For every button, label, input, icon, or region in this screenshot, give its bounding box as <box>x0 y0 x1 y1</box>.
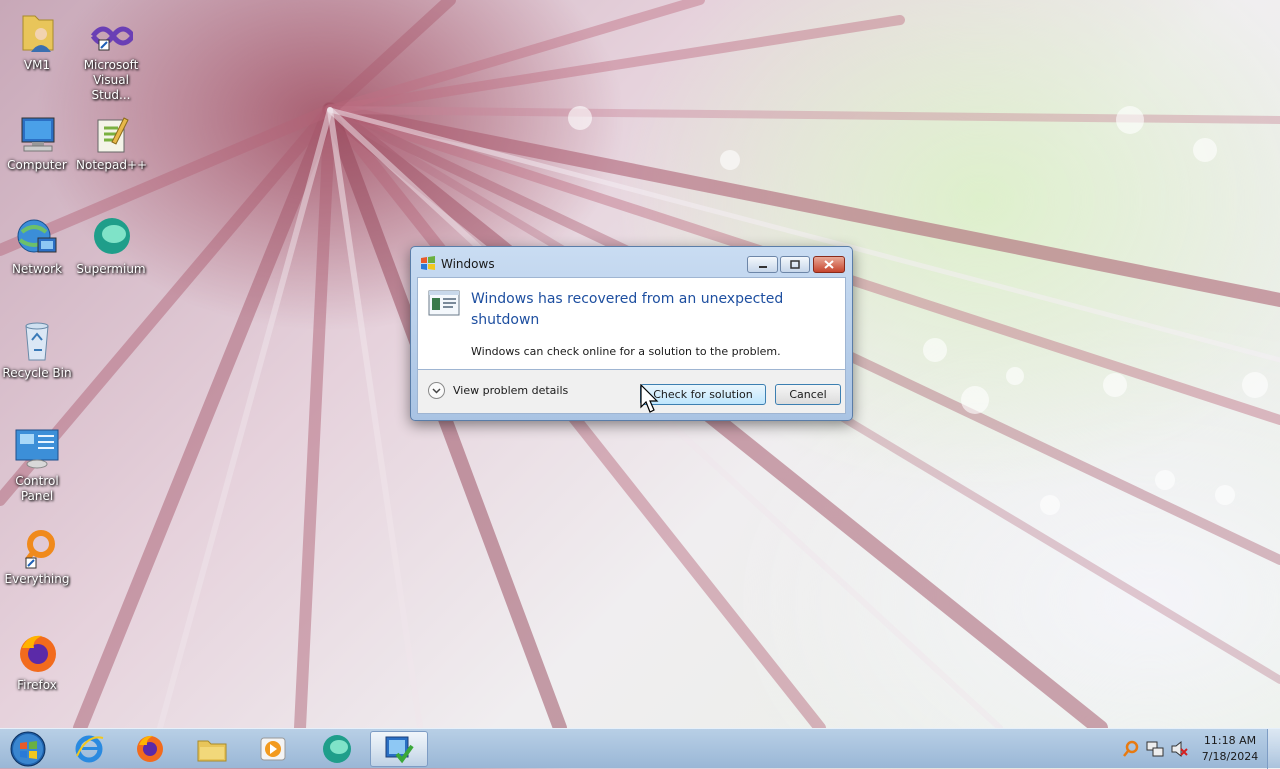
mouse-cursor-icon <box>640 384 659 413</box>
minimize-button[interactable] <box>747 256 778 273</box>
dialog-message: Windows can check online for a solution … <box>471 345 781 358</box>
desktop-icon-label: Everything <box>4 572 70 586</box>
everything-search-icon <box>25 530 55 569</box>
network-status-icon[interactable] <box>1146 740 1164 758</box>
desktop-icon-supermium[interactable]: Supermium <box>76 216 146 277</box>
system-clock[interactable]: 11:18 AM 7/18/2024 <box>1194 733 1266 765</box>
taskbar-error-reporting[interactable] <box>370 731 428 767</box>
view-problem-details-label: View problem details <box>453 384 569 397</box>
volume-muted-icon[interactable] <box>1170 740 1188 758</box>
show-desktop-button[interactable] <box>1267 729 1280 769</box>
dialog-title: Windows <box>441 257 495 271</box>
visual-studio-icon <box>90 26 133 51</box>
clock-date: 7/18/2024 <box>1201 750 1259 763</box>
taskbar-firefox[interactable] <box>122 731 178 767</box>
desktop-icon-label: Microsoft Visual Stud... <box>83 58 139 102</box>
desktop-icon-label: Control Panel <box>15 474 59 503</box>
taskbar-internet-explorer[interactable] <box>61 731 117 767</box>
maximize-icon <box>790 260 800 269</box>
start-button[interactable] <box>0 731 56 767</box>
start-orb-icon <box>10 731 46 767</box>
desktop-icon-label: VM1 <box>23 58 51 72</box>
desktop-icon-everything[interactable]: Everything <box>2 528 72 587</box>
file-explorer-icon <box>197 740 227 762</box>
computer-icon <box>21 117 55 152</box>
chevron-down-icon <box>428 382 445 399</box>
desktop-icon-label: Supermium <box>76 262 146 276</box>
view-problem-details-toggle[interactable]: View problem details <box>428 382 568 399</box>
maximize-button[interactable] <box>780 256 810 273</box>
dialog-content: Windows has recovered from an unexpected… <box>417 277 846 370</box>
notepad-plus-plus-icon <box>97 117 129 153</box>
desktop-icon-computer[interactable]: Computer <box>2 114 72 173</box>
supermium-icon <box>94 218 130 254</box>
desktop-icon-network[interactable]: Network <box>2 216 72 277</box>
taskbar: 11:18 AM 7/18/2024 <box>0 728 1280 769</box>
desktop-icon-vm1[interactable]: VM1 <box>2 8 72 73</box>
minimize-icon <box>758 265 767 268</box>
desktop-icon-label: Network <box>11 262 63 276</box>
desktop-icon-label: Recycle Bin <box>2 366 72 380</box>
taskbar-file-explorer[interactable] <box>184 731 240 767</box>
dialog-heading: Windows has recovered from an unexpected… <box>471 291 784 328</box>
dialog-titlebar[interactable]: Windows <box>411 247 852 277</box>
desktop-icon-visual-studio[interactable]: Microsoft Visual Stud... <box>76 18 146 103</box>
network-icon <box>17 219 57 253</box>
window-report-icon <box>428 290 460 316</box>
recycle-bin-icon <box>25 322 49 361</box>
clock-time: 11:18 AM <box>1203 734 1257 747</box>
cancel-button[interactable]: Cancel <box>775 384 841 405</box>
recovery-dialog: Windows Windows has recovered from an un… <box>410 246 853 421</box>
desktop-icon-control-panel[interactable]: Control Panel <box>2 426 72 504</box>
taskbar-supermium[interactable] <box>309 731 365 767</box>
media-player-icon <box>260 737 286 761</box>
close-button[interactable] <box>813 256 845 273</box>
everything-search-icon[interactable] <box>1122 740 1140 758</box>
desktop-icon-notepad-plus-plus[interactable]: Notepad++ <box>76 114 148 173</box>
user-folder-icon <box>22 15 54 52</box>
desktop-icon-firefox[interactable]: Firefox <box>2 632 72 693</box>
desktop-icon-recycle-bin[interactable]: Recycle Bin <box>2 318 72 381</box>
error-reporting-icon <box>385 736 414 764</box>
taskbar-media-player[interactable] <box>245 731 301 767</box>
supermium-icon <box>323 735 351 763</box>
close-icon <box>824 260 834 269</box>
desktop-icon-label: Computer <box>7 158 67 172</box>
desktop-icon-label: Firefox <box>17 678 57 692</box>
internet-explorer-icon <box>75 735 104 763</box>
control-panel-icon <box>15 429 59 469</box>
firefox-icon <box>137 735 163 762</box>
desktop-icon-label: Notepad++ <box>76 158 148 172</box>
firefox-icon <box>20 635 56 672</box>
windows-flag-icon <box>421 256 435 270</box>
dialog-footer: View problem details Check for solution … <box>417 370 846 414</box>
